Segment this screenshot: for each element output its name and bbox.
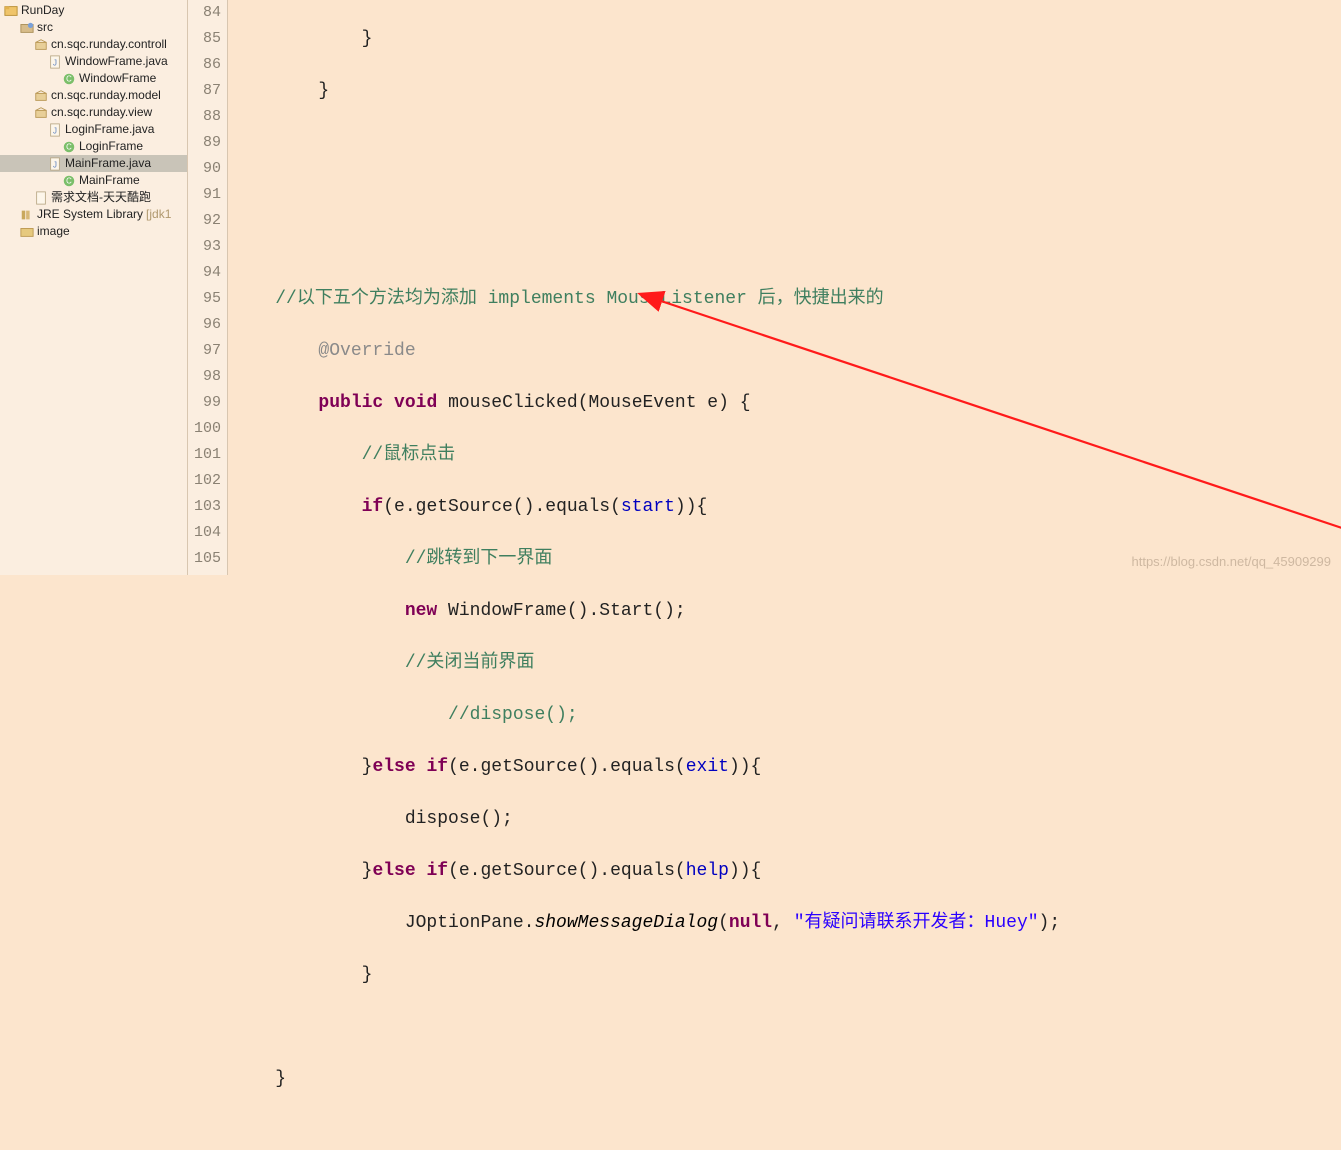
svg-text:J: J	[53, 160, 57, 169]
code-line[interactable]: @Override	[228, 338, 1341, 364]
project-label: RunDay	[21, 2, 64, 19]
project-node[interactable]: RunDay	[0, 2, 187, 19]
project-icon	[4, 4, 18, 18]
code-line[interactable]: //鼠标点击	[228, 442, 1341, 468]
code-line[interactable]: }	[228, 962, 1341, 988]
package-icon	[34, 38, 48, 52]
code-editor[interactable]: } } //以下五个方法均为添加 implements MouseListene…	[228, 0, 1341, 575]
code-line[interactable]: }	[228, 1066, 1341, 1092]
line-number: 89	[188, 130, 221, 156]
line-number: 96	[188, 312, 221, 338]
folder-icon	[20, 225, 34, 239]
pkg-label: cn.sqc.runday.model	[51, 87, 161, 104]
code-line[interactable]: new WindowFrame().Start();	[228, 598, 1341, 624]
line-number: 93	[188, 234, 221, 260]
svg-text:C: C	[66, 142, 72, 151]
file-windowframe[interactable]: J WindowFrame.java	[0, 53, 187, 70]
class-loginframe[interactable]: C LoginFrame	[0, 138, 187, 155]
line-number-gutter: 84 85 86 87 88 89 90 91 92 93 94 95 96 9…	[188, 0, 228, 575]
class-icon: C	[62, 72, 76, 86]
line-number: 87	[188, 78, 221, 104]
line-number: 105	[188, 546, 221, 572]
line-number: 103	[188, 494, 221, 520]
class-mainframe[interactable]: C MainFrame	[0, 172, 187, 189]
file-mainframe[interactable]: J MainFrame.java	[0, 155, 187, 172]
doc-label: 需求文档-天天酷跑	[51, 189, 151, 206]
line-number: 102	[188, 468, 221, 494]
line-number: 100	[188, 416, 221, 442]
svg-text:J: J	[53, 58, 57, 67]
pkg-controller[interactable]: cn.sqc.runday.controll	[0, 36, 187, 53]
code-line[interactable]: JOptionPane.showMessageDialog(null, "有疑问…	[228, 910, 1341, 936]
line-number: 88	[188, 104, 221, 130]
pkg-label: cn.sqc.runday.controll	[51, 36, 167, 53]
watermark: https://blog.csdn.net/qq_45909299	[1132, 554, 1332, 569]
src-folder[interactable]: src	[0, 19, 187, 36]
req-doc[interactable]: 需求文档-天天酷跑	[0, 189, 187, 206]
code-line[interactable]: }else if(e.getSource().equals(exit)){	[228, 754, 1341, 780]
line-number: 94	[188, 260, 221, 286]
code-line[interactable]	[228, 182, 1341, 208]
pkg-label: cn.sqc.runday.view	[51, 104, 152, 121]
file-label: WindowFrame.java	[65, 53, 168, 70]
file-label: MainFrame.java	[65, 155, 151, 172]
class-label: MainFrame	[79, 172, 140, 189]
code-line[interactable]: }	[228, 26, 1341, 52]
source-folder-icon	[20, 21, 34, 35]
line-number: 92	[188, 208, 221, 234]
line-number: 86	[188, 52, 221, 78]
line-number: 97	[188, 338, 221, 364]
code-line[interactable]: if(e.getSource().equals(start)){	[228, 494, 1341, 520]
line-number: 104	[188, 520, 221, 546]
svg-text:J: J	[53, 126, 57, 135]
svg-text:C: C	[66, 74, 72, 83]
text-file-icon	[34, 191, 48, 205]
code-line[interactable]: //关闭当前界面	[228, 650, 1341, 676]
line-number: 84	[188, 0, 221, 26]
code-line[interactable]: //以下五个方法均为添加 implements MouseListener 后，…	[228, 286, 1341, 312]
line-number: 101	[188, 442, 221, 468]
file-loginframe[interactable]: J LoginFrame.java	[0, 121, 187, 138]
code-line[interactable]	[228, 1118, 1341, 1144]
class-icon: C	[62, 140, 76, 154]
package-icon	[34, 89, 48, 103]
class-label: WindowFrame	[79, 70, 156, 87]
package-explorer[interactable]: RunDay src cn.sqc.runday.controll J Wind…	[0, 0, 188, 575]
pkg-view[interactable]: cn.sqc.runday.view	[0, 104, 187, 121]
code-line[interactable]: }	[228, 78, 1341, 104]
line-number: 99	[188, 390, 221, 416]
file-label: LoginFrame.java	[65, 121, 154, 138]
code-line[interactable]: //dispose();	[228, 702, 1341, 728]
java-file-icon: J	[48, 123, 62, 137]
line-number: 98	[188, 364, 221, 390]
java-file-icon: J	[48, 157, 62, 171]
code-line[interactable]	[228, 1014, 1341, 1040]
java-file-icon: J	[48, 55, 62, 69]
jre-library[interactable]: JRE System Library [jdk1	[0, 206, 187, 223]
image-folder[interactable]: image	[0, 223, 187, 240]
jre-suffix: [jdk1	[146, 206, 171, 223]
class-label: LoginFrame	[79, 138, 143, 155]
line-number: 95	[188, 286, 221, 312]
code-line[interactable]	[228, 234, 1341, 260]
folder-label: image	[37, 223, 70, 240]
line-number: 91	[188, 182, 221, 208]
class-windowframe[interactable]: C WindowFrame	[0, 70, 187, 87]
line-number: 90	[188, 156, 221, 182]
code-line[interactable]: dispose();	[228, 806, 1341, 832]
code-line[interactable]	[228, 130, 1341, 156]
code-line[interactable]: }else if(e.getSource().equals(help)){	[228, 858, 1341, 884]
class-icon: C	[62, 174, 76, 188]
line-number: 85	[188, 26, 221, 52]
pkg-model[interactable]: cn.sqc.runday.model	[0, 87, 187, 104]
jre-label: JRE System Library	[37, 206, 143, 223]
package-icon	[34, 106, 48, 120]
src-label: src	[37, 19, 53, 36]
code-line[interactable]: public void mouseClicked(MouseEvent e) {	[228, 390, 1341, 416]
svg-text:C: C	[66, 176, 72, 185]
library-icon	[20, 208, 34, 222]
